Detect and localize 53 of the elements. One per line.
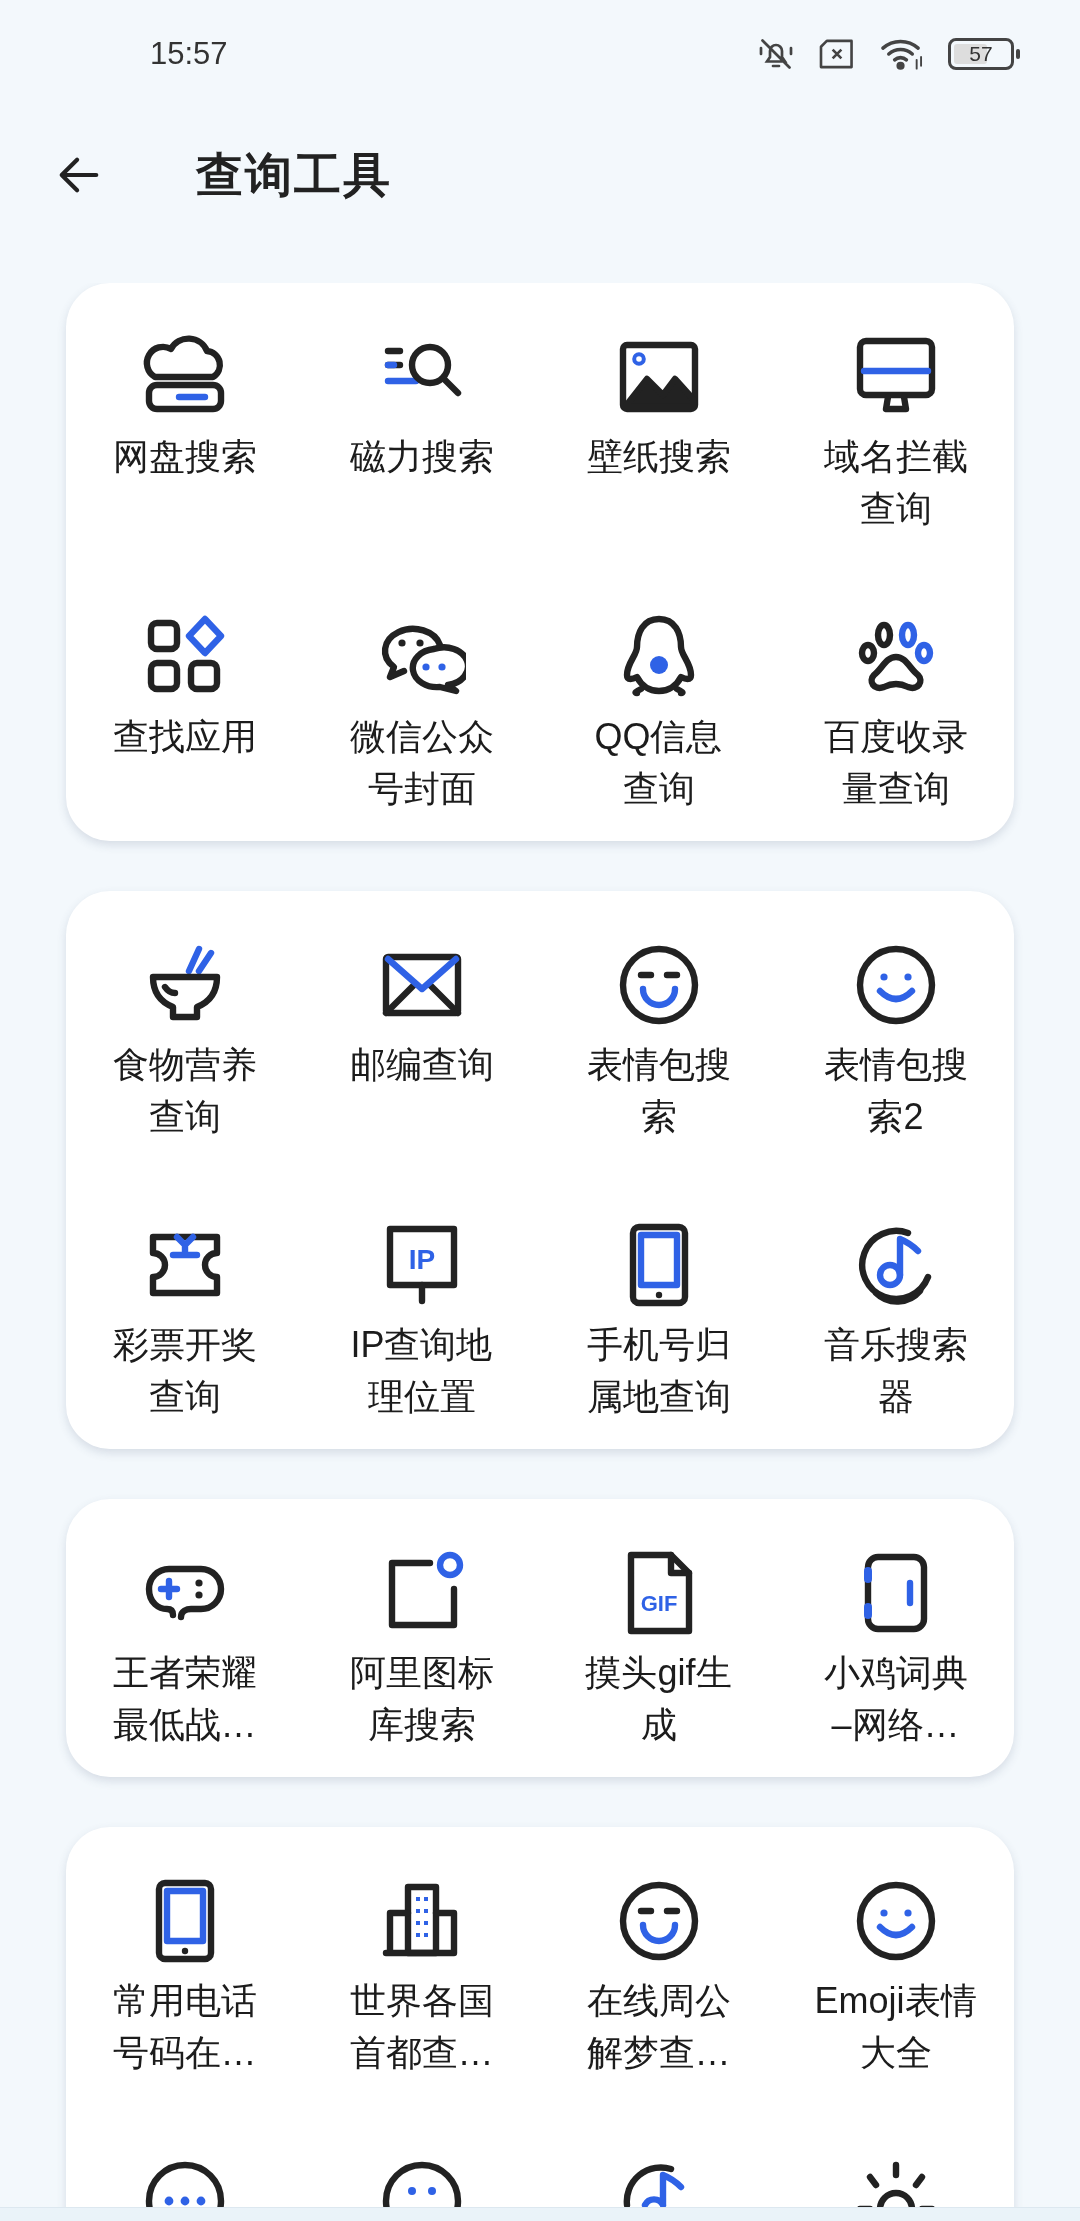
tool-item[interactable]: QQ信息查询 bbox=[540, 613, 777, 815]
tool-item[interactable]: 域名拦截查询 bbox=[777, 333, 1014, 535]
tool-item[interactable]: 微信公众号封面 bbox=[303, 613, 540, 815]
tool-item[interactable]: 彩票开奖查询 bbox=[66, 1221, 303, 1423]
tool-item[interactable]: 壁纸搜索 bbox=[540, 333, 777, 535]
tool-label: 王者荣耀最低战… bbox=[111, 1651, 258, 1747]
tool-item[interactable]: 磁力搜索 bbox=[303, 333, 540, 535]
tool-item[interactable]: 手机号归属地查询 bbox=[540, 1221, 777, 1423]
tool-label: 手机号归属地查询 bbox=[585, 1323, 732, 1419]
battery-level-text: 57 bbox=[969, 42, 993, 66]
tool-item[interactable]: 邮编查询 bbox=[303, 941, 540, 1143]
tool-item[interactable]: 王者荣耀最低战… bbox=[66, 1549, 303, 1751]
tool-label: QQ信息查询 bbox=[593, 715, 724, 811]
status-time: 15:57 bbox=[150, 36, 229, 72]
tool-item[interactable]: GIF 摸头gif生成 bbox=[540, 1549, 777, 1751]
tool-item[interactable]: 百度收录量查询 bbox=[777, 613, 1014, 815]
tool-item[interactable]: 食物营养查询 bbox=[66, 941, 303, 1143]
tool-label: 邮编查询 bbox=[348, 1043, 495, 1087]
tool-item[interactable]: 常用电话号码在… bbox=[66, 1877, 303, 2079]
tool-label: 表情包搜索 bbox=[585, 1043, 732, 1139]
tool-label: 阿里图标库搜索 bbox=[348, 1651, 495, 1747]
icon-text: GIF bbox=[640, 1591, 677, 1616]
tool-label: 微信公众号封面 bbox=[348, 715, 495, 811]
tool-item[interactable]: IP IP查询地理位置 bbox=[303, 1221, 540, 1423]
page-title: 查询工具 bbox=[196, 146, 392, 203]
tool-label: 食物营养查询 bbox=[111, 1043, 258, 1139]
tool-item[interactable]: 小鸡词典–网络… bbox=[777, 1549, 1014, 1751]
tool-label: 查找应用 bbox=[111, 715, 258, 759]
tool-label: 摸头gif生成 bbox=[584, 1651, 733, 1747]
tool-label: 磁力搜索 bbox=[348, 435, 495, 479]
tool-label: 百度收录量查询 bbox=[822, 715, 969, 811]
tool-item[interactable]: Emoji表情大全 bbox=[777, 1877, 1014, 2079]
tool-item[interactable]: 表情包搜索 bbox=[540, 941, 777, 1143]
tool-label: 域名拦截查询 bbox=[822, 435, 969, 531]
tool-label: 壁纸搜索 bbox=[585, 435, 732, 479]
tool-item[interactable]: 音乐搜索器 bbox=[777, 1221, 1014, 1423]
tool-label: Emoji表情大全 bbox=[814, 1979, 977, 2075]
tool-label: IP查询地理位置 bbox=[349, 1323, 494, 1419]
tool-item[interactable]: 表情包搜索2 bbox=[777, 941, 1014, 1143]
tool-label: 彩票开奖查询 bbox=[111, 1323, 258, 1419]
icon-text: IP bbox=[408, 1244, 435, 1275]
tool-item[interactable]: 查找应用 bbox=[66, 613, 303, 815]
tool-label: 小鸡词典–网络… bbox=[822, 1651, 969, 1747]
tool-label: 在线周公解梦查… bbox=[585, 1979, 732, 2075]
tool-label: 世界各国首都查… bbox=[348, 1979, 495, 2075]
tool-label: 音乐搜索器 bbox=[822, 1323, 969, 1419]
tool-label: 表情包搜索2 bbox=[822, 1043, 969, 1139]
tool-item[interactable]: 网盘搜索 bbox=[66, 333, 303, 535]
tool-label: 常用电话号码在… bbox=[111, 1979, 258, 2075]
tool-label: 网盘搜索 bbox=[111, 435, 258, 479]
tool-item[interactable]: 在线周公解梦查… bbox=[540, 1877, 777, 2079]
tool-item[interactable]: 阿里图标库搜索 bbox=[303, 1549, 540, 1751]
tool-item[interactable]: 世界各国首都查… bbox=[303, 1877, 540, 2079]
